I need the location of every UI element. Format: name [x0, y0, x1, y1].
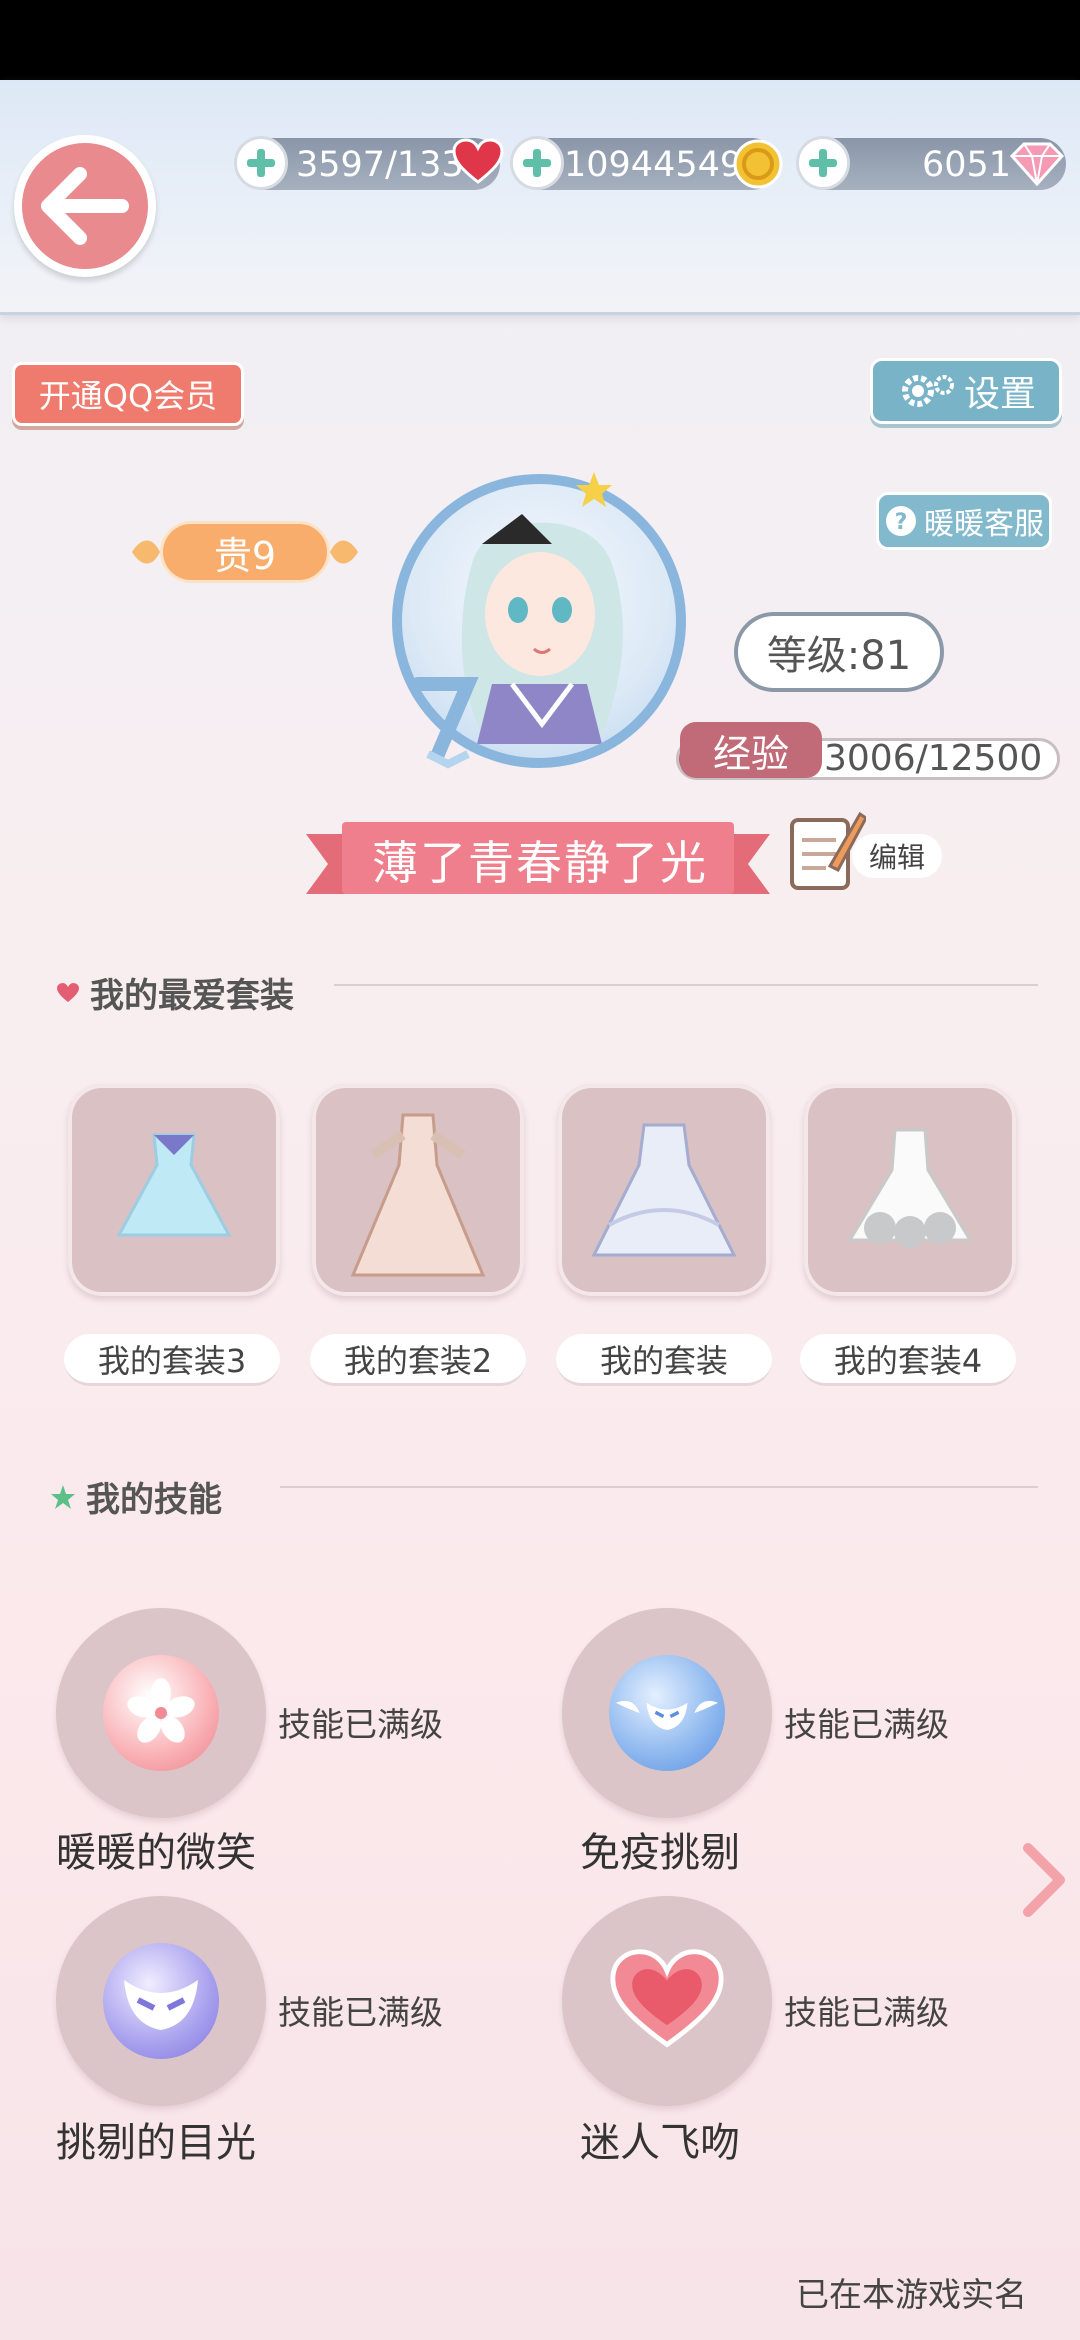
skills-title-text: 我的技能 [86, 1480, 222, 1520]
gold-coin-icon [733, 139, 783, 189]
wing-ornament-icon [132, 540, 358, 564]
mask-glyph [124, 1980, 198, 2030]
realname-status: 已在本游戏实名 [796, 2275, 1027, 2314]
edit-label[interactable]: 编辑 [852, 834, 942, 878]
player-name: 薄了青春静了光 [372, 836, 708, 890]
skill-status: 技能已满级 [278, 1705, 443, 1744]
suit-card-4[interactable] [804, 1084, 1016, 1296]
suit-label-3[interactable]: 我的套装 [556, 1334, 772, 1386]
number-seven-badge-icon [411, 677, 479, 769]
coins-value: 10944549 [564, 145, 743, 185]
skill-name: 挑剔的目光 [56, 2120, 256, 2166]
heart-icon [452, 138, 504, 184]
suit-card-3[interactable] [558, 1084, 770, 1296]
skill-name: 迷人飞吻 [580, 2120, 740, 2166]
skill-name: 暖暖的微笑 [56, 1830, 256, 1876]
suit-label-4[interactable]: 我的套装4 [800, 1334, 1016, 1386]
mask-icon [103, 1943, 219, 2059]
suit-label-2[interactable]: 我的套装2 [310, 1334, 526, 1386]
diamond-icon [1009, 142, 1065, 187]
exp-label: 经验 [680, 722, 822, 778]
diamonds-value: 6051 [922, 145, 1012, 185]
heart-icon [609, 1943, 725, 2059]
question-icon: ? [886, 506, 916, 536]
skills-section-title: 我的技能 [50, 1472, 222, 1521]
gear-icon [901, 375, 954, 407]
exp-bar: 经验 3006/12500 [676, 722, 1060, 784]
plus-icon [247, 149, 275, 177]
exp-value: 3006/12500 [824, 738, 1043, 779]
level-badge: 等级:81 [734, 612, 944, 692]
heart-icon [57, 982, 79, 1002]
skill-status: 技能已满级 [784, 1705, 949, 1744]
settings-button[interactable]: 设置 [870, 358, 1062, 424]
favorites-title-text: 我的最爱套装 [90, 976, 294, 1016]
back-button[interactable] [14, 135, 156, 277]
winged-mask-glyph [615, 1700, 719, 1731]
skill-critical-gaze[interactable] [56, 1896, 266, 2106]
suit-card-2[interactable] [312, 1084, 524, 1296]
arrow-left-icon [41, 167, 129, 245]
vip-badge: 贵9 [130, 512, 360, 592]
winged-mask-icon [609, 1655, 725, 1771]
skill-status: 技能已满级 [278, 1993, 443, 2032]
add-stamina-button[interactable] [234, 136, 288, 190]
favorites-section-title: 我的最爱套装 [56, 968, 294, 1017]
svg-text:?: ? [895, 510, 908, 535]
suit-card-1[interactable] [68, 1084, 280, 1296]
white-dress-icon [847, 1128, 973, 1248]
heart-glyph [610, 1949, 724, 2048]
lace-dress-icon [591, 1123, 737, 1257]
sakura-icon [103, 1655, 219, 1771]
chevron-right-icon[interactable] [1018, 1840, 1068, 1920]
add-coins-button[interactable] [510, 136, 564, 190]
suit-label-1[interactable]: 我的套装3 [64, 1334, 280, 1386]
qq-member-button[interactable]: 开通QQ会员 [12, 362, 244, 426]
plus-icon [809, 149, 837, 177]
sakura-glyph [127, 1678, 195, 1743]
star-icon [51, 1484, 75, 1509]
settings-label: 设置 [963, 374, 1036, 415]
skill-flying-kiss[interactable] [562, 1896, 772, 2106]
star-icon [576, 472, 612, 507]
skill-name: 免疫挑剔 [580, 1830, 740, 1876]
skill-immune[interactable] [562, 1608, 772, 1818]
top-resource-bar [0, 80, 1080, 315]
skill-status: 技能已满级 [784, 1993, 949, 2032]
divider [280, 1486, 1038, 1488]
ornate-gown-icon [350, 1113, 486, 1277]
customer-service-button[interactable]: ? 暖暖客服 [876, 492, 1052, 550]
skill-smile[interactable] [56, 1608, 266, 1818]
stamina-value: 3597/133 [296, 145, 464, 185]
divider [334, 984, 1038, 986]
add-diamonds-button[interactable] [796, 136, 850, 190]
status-bar [0, 0, 1080, 80]
blue-dress-icon [116, 1133, 232, 1237]
plus-icon [523, 149, 551, 177]
customer-service-label: 暖暖客服 [924, 507, 1044, 542]
